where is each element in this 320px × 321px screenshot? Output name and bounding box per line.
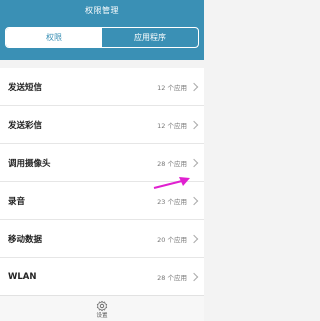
permission-name: 调用摄像头 (8, 158, 51, 169)
chevron-right-icon (189, 272, 199, 281)
app-count: 12 个应用 (157, 121, 187, 130)
page-title: 权限管理 (85, 6, 119, 15)
permission-name: 发送短信 (8, 82, 43, 93)
header-bar: 权限管理 权限 应用程序 (0, 0, 204, 60)
permission-name: 录音 (8, 196, 26, 207)
app-count: 23 个应用 (157, 197, 187, 206)
chevron-right-icon (189, 82, 199, 91)
permission-row-mms[interactable]: 发送彩信 12 个应用 (0, 106, 204, 144)
app-count: 28 个应用 (157, 273, 187, 282)
permission-row-sms[interactable]: 发送短信 12 个应用 (0, 68, 204, 106)
permission-name: 移动数据 (8, 234, 43, 245)
annotation-arrow-icon (153, 177, 190, 189)
permission-name: WLAN (8, 271, 37, 282)
permission-row-mobile-data[interactable]: 移动数据 20 个应用 (0, 220, 204, 258)
chevron-right-icon (189, 196, 199, 205)
app-count: 20 个应用 (157, 235, 187, 244)
app-count: 28 个应用 (157, 159, 187, 168)
bottom-bar: 设置 (0, 295, 204, 321)
annotation-arrow-shaft (153, 180, 183, 189)
chevron-right-icon (189, 120, 199, 129)
chevron-right-icon (189, 234, 199, 243)
tab-switcher: 权限 应用程序 (5, 27, 199, 48)
app-count: 12 个应用 (157, 83, 187, 92)
settings-label[interactable]: 设置 (0, 311, 204, 319)
tab-applications[interactable]: 应用程序 (102, 28, 198, 47)
chevron-right-icon (189, 158, 199, 167)
permission-row-wlan[interactable]: WLAN 28 个应用 (0, 258, 204, 296)
permission-name: 发送彩信 (8, 120, 43, 131)
tab-permissions[interactable]: 权限 (6, 28, 102, 47)
